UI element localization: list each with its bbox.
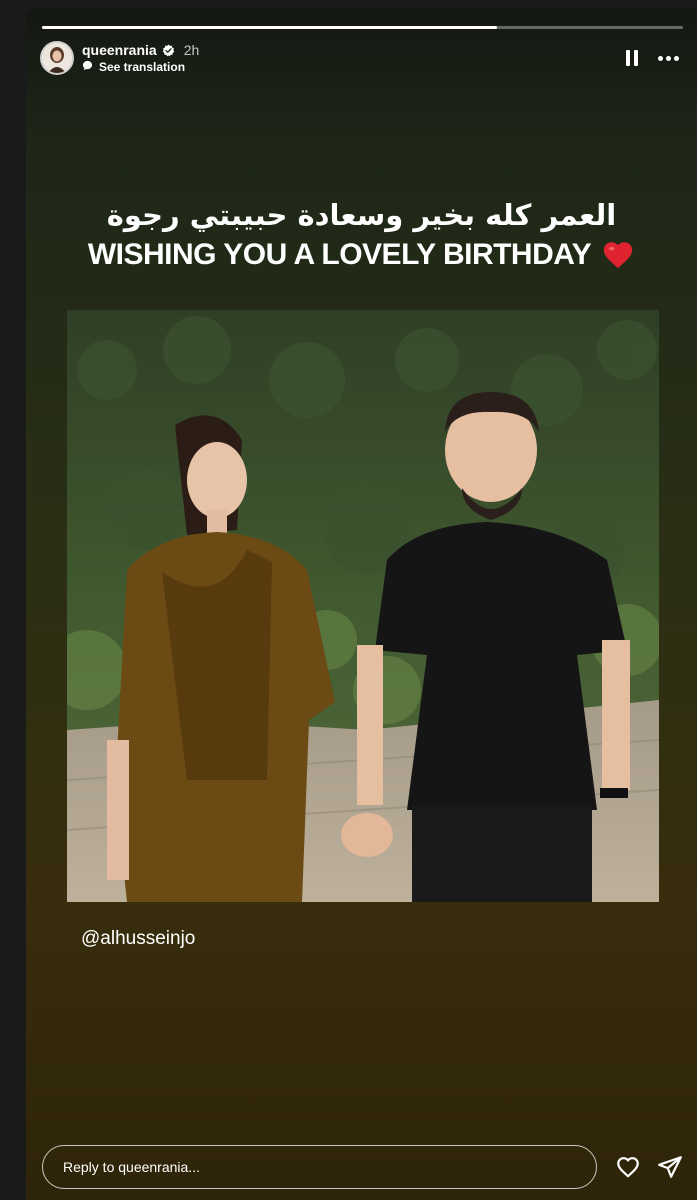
speech-bubble-icon [82, 60, 93, 74]
caption-english: WISHING YOU A LOVELY BIRTHDAY [87, 238, 592, 271]
reply-input[interactable] [42, 1145, 597, 1189]
more-options-icon[interactable] [658, 55, 679, 61]
avatar[interactable] [40, 41, 74, 75]
reply-bar [42, 1145, 683, 1189]
story-viewer[interactable]: queenrania 2h See translation العمر كله … [26, 8, 697, 1200]
caption-english-row: WISHING YOU A LOVELY BIRTHDAY [26, 238, 697, 272]
header-actions [626, 50, 679, 66]
caption-arabic: العمر كله بخير وسعادة حبيبتي رجوة [106, 198, 617, 232]
see-translation-button[interactable]: See translation [82, 60, 199, 74]
pause-icon[interactable] [626, 50, 638, 66]
red-heart-emoji [601, 238, 635, 272]
account-info: queenrania 2h See translation [82, 42, 199, 74]
story-progress-fill [42, 26, 498, 29]
couple-photo-illustration [67, 310, 659, 902]
mention-link[interactable]: @alhusseinjo [81, 928, 195, 950]
see-translation-label: See translation [99, 60, 186, 74]
page: queenrania 2h See translation العمر كله … [0, 0, 697, 1200]
send-icon[interactable] [657, 1154, 683, 1180]
username-link[interactable]: queenrania [82, 42, 157, 58]
story-progress-bar [42, 26, 683, 29]
reply-actions [615, 1154, 683, 1180]
story-header: queenrania 2h See translation [40, 38, 679, 78]
heart-outline-icon[interactable] [615, 1154, 641, 1180]
post-time: 2h [183, 42, 200, 58]
account-name-row: queenrania 2h [82, 42, 199, 58]
avatar-image [42, 43, 72, 73]
story-photo [67, 310, 659, 902]
verified-badge-icon [162, 44, 175, 57]
